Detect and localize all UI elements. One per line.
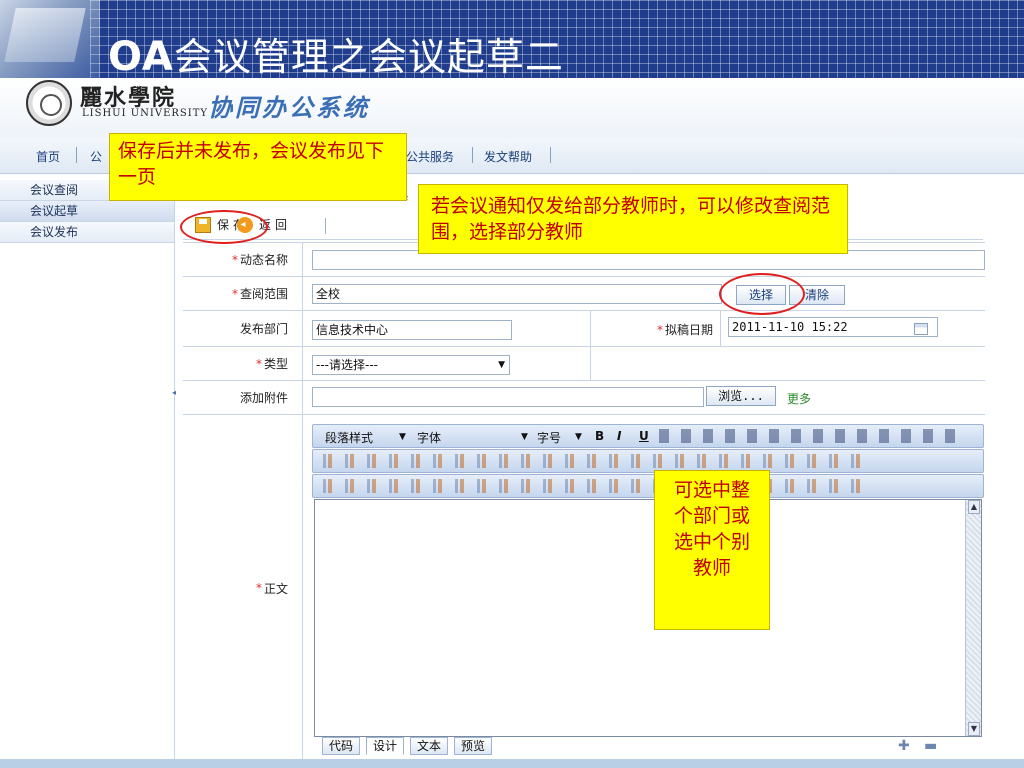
underline-button[interactable]: U bbox=[639, 429, 649, 443]
sidebar-item-meeting-draft[interactable]: 会议起草 bbox=[0, 201, 174, 222]
highlight-circle-select bbox=[719, 273, 805, 315]
chevron-down-icon: ▼ bbox=[399, 432, 406, 442]
editor-scrollbar[interactable]: ▲ ▼ bbox=[965, 500, 981, 736]
nav-separator bbox=[550, 147, 551, 163]
expand-editor-icon[interactable]: ✚ bbox=[898, 738, 910, 754]
font-size-select[interactable]: 字号 bbox=[537, 429, 561, 446]
dept-label: 发布部门 bbox=[183, 311, 303, 346]
italic-button[interactable]: I bbox=[617, 429, 621, 443]
logo-english-name: LISHUI UNIVERSITY bbox=[82, 108, 208, 119]
app-header: 麗水學院 LISHUI UNIVERSITY 协同办公系统 bbox=[0, 78, 1024, 138]
callout-save-note: 保存后并未发布，会议发布见下一页 bbox=[109, 133, 407, 201]
tab-preview[interactable]: 预览 bbox=[454, 737, 493, 755]
nav-separator bbox=[76, 147, 77, 163]
type-label: * 类型 bbox=[183, 347, 303, 380]
toolbar-separator bbox=[325, 218, 326, 234]
slide-footer-bar bbox=[0, 759, 1024, 768]
insert-icons-strip[interactable] bbox=[323, 479, 873, 493]
date-label: * 拟稿日期 bbox=[656, 323, 713, 337]
nav-item-doc-help[interactable]: 发文帮助 bbox=[484, 148, 532, 165]
more-link[interactable]: 更多 bbox=[787, 390, 811, 407]
date-input[interactable]: 2011-11-10 15:22 bbox=[728, 317, 938, 337]
tab-code[interactable]: 代码 bbox=[322, 737, 361, 755]
callout-scope-note: 若会议通知仅发给部分教师时，可以修改查阅范围，选择部分教师 bbox=[418, 184, 848, 254]
edit-icons-strip[interactable] bbox=[323, 454, 873, 468]
sidebar-item-meeting-publish[interactable]: 会议发布 bbox=[0, 222, 174, 243]
editor-mode-tabs: 代码 设计 文本 预览 bbox=[322, 737, 493, 757]
type-select-value: ---请选择--- bbox=[316, 358, 378, 372]
slide-title-latin: OA bbox=[108, 34, 174, 78]
form-row-type: * 类型 ---请选择--- ▼ bbox=[183, 347, 985, 381]
university-emblem-icon bbox=[26, 80, 72, 126]
attach-label: 添加附件 bbox=[183, 381, 303, 414]
slide-header: OA会议管理之会议起草二 bbox=[0, 0, 1024, 78]
editor-toolbar-format: 段落样式 ▼ 字体 ▼ 字号 ▼ B I U bbox=[312, 424, 984, 448]
sidebar-collapse-icon[interactable]: ◂ bbox=[172, 388, 180, 408]
slide-corner-image bbox=[0, 0, 100, 78]
form-row-attachment: 添加附件 浏览... 更多 bbox=[183, 381, 985, 415]
scope-input[interactable]: 全校 bbox=[312, 284, 722, 304]
chevron-down-icon: ▼ bbox=[498, 360, 505, 370]
slide-title: OA会议管理之会议起草二 bbox=[108, 26, 564, 78]
dept-input[interactable]: 信息技术中心 bbox=[312, 320, 512, 340]
title-label: * 动态名称 bbox=[183, 243, 303, 276]
font-select[interactable]: 字体 bbox=[417, 429, 441, 446]
type-select[interactable]: ---请选择--- ▼ bbox=[312, 355, 510, 375]
bold-button[interactable]: B bbox=[595, 429, 604, 443]
form-row-dept-date: 发布部门 信息技术中心 * 拟稿日期 2011-11-10 15:22 bbox=[183, 311, 985, 347]
paragraph-style-select[interactable]: 段落样式 bbox=[325, 429, 373, 446]
nav-item-public-service[interactable]: 公共服务 bbox=[406, 148, 454, 165]
slide-title-cn: 会议管理之会议起草二 bbox=[173, 35, 564, 78]
scope-label: * 查阅范围 bbox=[183, 277, 303, 310]
attachment-input[interactable] bbox=[312, 387, 704, 407]
nav-item-partial[interactable]: 公 bbox=[90, 148, 102, 165]
tab-text[interactable]: 文本 bbox=[410, 737, 449, 755]
calendar-icon[interactable] bbox=[914, 323, 928, 335]
editor-toolbar-edit bbox=[312, 449, 984, 473]
highlight-circle-save bbox=[180, 210, 268, 244]
shrink-editor-icon[interactable]: ▬ bbox=[924, 738, 937, 754]
scroll-down-icon[interactable]: ▼ bbox=[968, 722, 980, 736]
body-label: * 正文 bbox=[183, 415, 303, 761]
system-name: 协同办公系统 bbox=[208, 94, 370, 122]
form-row-scope: * 查阅范围 全校 选择 清除 bbox=[183, 277, 985, 311]
browse-button[interactable]: 浏览... bbox=[706, 386, 776, 406]
callout-select-note: 可选中整个部门或选中个别教师 bbox=[654, 470, 770, 630]
scroll-up-icon[interactable]: ▲ bbox=[968, 500, 980, 514]
nav-separator bbox=[472, 147, 473, 163]
editor-toolbar-insert bbox=[312, 474, 984, 498]
sidebar: 会议查阅 会议起草 会议发布 bbox=[0, 180, 175, 760]
tab-design[interactable]: 设计 bbox=[366, 737, 405, 755]
nav-item-home[interactable]: 首页 bbox=[36, 148, 60, 165]
chevron-down-icon: ▼ bbox=[521, 432, 528, 442]
body-editor[interactable]: ▲ ▼ bbox=[314, 499, 982, 737]
chevron-down-icon: ▼ bbox=[575, 432, 582, 442]
format-icons-strip[interactable] bbox=[659, 429, 959, 443]
